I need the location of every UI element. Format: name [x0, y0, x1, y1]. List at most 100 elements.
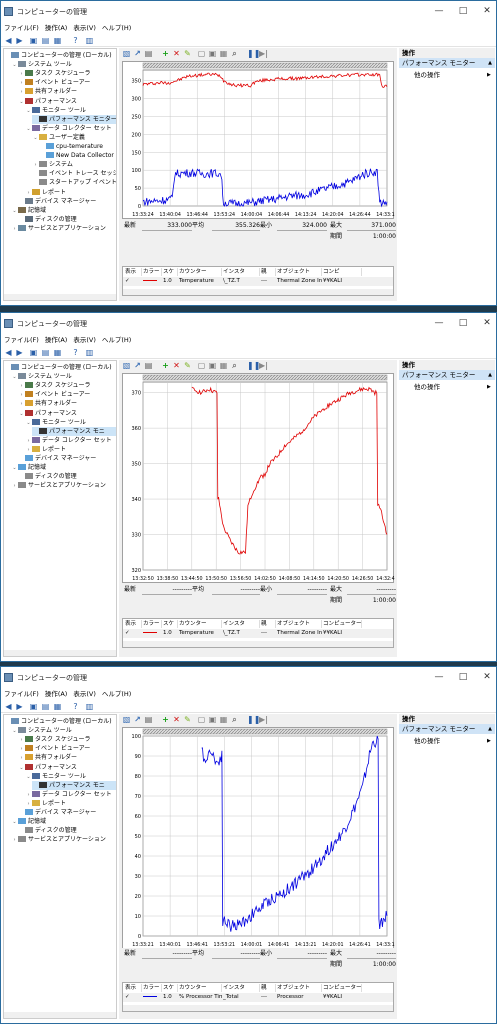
tree-item[interactable]: ⌄ モニター ツール — [25, 106, 116, 115]
tree-item[interactable]: ⌄ システム ツール — [11, 726, 116, 735]
tree-item[interactable]: コンピューターの管理 (ローカル) — [4, 51, 116, 60]
tree-item[interactable]: › 共有フォルダー — [18, 87, 116, 96]
table-header-0[interactable]: 表示 — [125, 984, 142, 992]
tree-item[interactable]: › システム — [32, 160, 116, 169]
pause-icon[interactable]: ❚❚ — [247, 361, 260, 370]
graph-type-icon[interactable]: ▤ — [144, 361, 153, 370]
delete-counter-icon[interactable]: ✕ — [172, 715, 181, 724]
tree-item[interactable]: › タスク スケジューラ — [18, 381, 116, 390]
menu-item-0[interactable]: ファイル(F) — [1, 23, 42, 34]
expand-chevron-icon[interactable]: ⌄ — [11, 207, 18, 216]
change-graph-icon[interactable]: ▧ — [122, 361, 131, 370]
more-actions-link[interactable]: 他の操作 ▶ — [414, 70, 491, 80]
table-header-7[interactable]: コンピ — [323, 268, 362, 276]
tree-item[interactable]: ⌄ システム ツール — [11, 60, 116, 69]
expand-chevron-icon[interactable]: ⌄ — [18, 764, 25, 773]
tree-item[interactable]: ディスクの管理 — [18, 826, 116, 835]
maximize-button[interactable]: □ — [453, 4, 473, 18]
menu-item-1[interactable]: 操作(A) — [42, 689, 71, 700]
update-icon[interactable]: ▶| — [259, 49, 268, 58]
menu-item-3[interactable]: ヘルプ(H) — [99, 23, 134, 34]
paste-icon[interactable]: ▣ — [208, 715, 217, 724]
tree-item[interactable]: ⌄ モニター ツール — [25, 418, 116, 427]
update-icon[interactable]: ▶| — [259, 361, 268, 370]
collapse-up-icon[interactable]: ▲ — [488, 58, 492, 68]
show-hide-tree-icon[interactable]: ▤ — [41, 348, 50, 357]
tree-item[interactable]: › レポート — [25, 188, 116, 197]
table-header-4[interactable]: インスタ — [223, 984, 260, 992]
copy-icon[interactable]: ▢ — [197, 361, 206, 370]
table-header-0[interactable]: 表示 — [125, 620, 142, 628]
tree-item[interactable]: › タスク スケジューラ — [18, 69, 116, 78]
tree-item[interactable]: › イベント ビューアー — [18, 390, 116, 399]
change-graph-icon[interactable]: ▧ — [122, 715, 131, 724]
tree-item[interactable]: ⌄ パフォーマンス — [18, 97, 116, 106]
more-actions-link[interactable]: 他の操作 ▶ — [414, 736, 491, 746]
close-button[interactable]: ✕ — [477, 670, 496, 684]
tree-item[interactable]: パフォーマンス モニ — [32, 426, 116, 436]
back-arrow-icon[interactable]: ◀ — [4, 702, 13, 711]
table-header-1[interactable]: カラー — [143, 268, 162, 276]
menu-item-3[interactable]: ヘルプ(H) — [99, 335, 134, 346]
tree-item[interactable]: › データ コレクター セット — [25, 790, 116, 799]
tree-item[interactable]: ⌄ パフォーマンス — [18, 409, 116, 418]
menu-item-2[interactable]: 表示(V) — [70, 689, 99, 700]
more-actions-link[interactable]: 他の操作 ▶ — [414, 382, 491, 392]
table-cell-0[interactable]: ✓ — [125, 993, 142, 1001]
table-header-3[interactable]: カウンター — [179, 620, 222, 628]
add-counter-icon[interactable]: + — [161, 49, 170, 58]
folder-up-icon[interactable]: ▣ — [29, 702, 38, 711]
tree-item[interactable]: デバイス マネージャー — [18, 197, 116, 206]
table-horizontal-scrollbar[interactable] — [123, 641, 393, 647]
table-cell-0[interactable]: ✓ — [125, 277, 142, 285]
graph-type-icon[interactable]: ▤ — [144, 49, 153, 58]
freeze-icon[interactable]: ↗ — [133, 361, 142, 370]
table-header-5[interactable]: 親 — [261, 984, 276, 992]
properties-icon[interactable]: ▦ — [53, 348, 62, 357]
add-counter-icon[interactable]: + — [161, 361, 170, 370]
change-graph-icon[interactable]: ▧ — [122, 49, 131, 58]
collapse-up-icon[interactable]: ▲ — [488, 724, 492, 734]
tree-item[interactable]: デバイス マネージャー — [18, 808, 116, 817]
table-header-6[interactable]: オブジェクト — [277, 268, 322, 276]
menu-item-1[interactable]: 操作(A) — [42, 23, 71, 34]
minimize-button[interactable]: — — [429, 316, 449, 330]
expand-chevron-icon[interactable]: ⌄ — [25, 773, 32, 782]
paste-icon[interactable]: ▣ — [208, 361, 217, 370]
table-header-1[interactable]: カラー — [143, 620, 162, 628]
tree-item[interactable]: › 共有フォルダー — [18, 399, 116, 408]
tree-item[interactable]: ⌄ モニター ツール — [25, 772, 116, 781]
forward-arrow-icon[interactable]: ▶ — [15, 348, 24, 357]
tree-item[interactable]: スタートアップ イベント トレース — [32, 178, 116, 187]
tree-item[interactable]: ⌄ システム ツール — [11, 372, 116, 381]
folder-up-icon[interactable]: ▣ — [29, 348, 38, 357]
expand-chevron-icon[interactable]: › — [11, 482, 18, 491]
help-icon[interactable]: ? — [71, 348, 80, 357]
tree-item[interactable]: › レポート — [25, 445, 116, 454]
table-header-3[interactable]: カウンター — [179, 268, 222, 276]
tree-item[interactable]: › サービスとアプリケーション — [11, 481, 116, 490]
tree-item[interactable]: パフォーマンス モニ — [32, 780, 116, 790]
highlight-icon[interactable]: ✎ — [183, 49, 192, 58]
tree-item[interactable]: ⌄ 記憶域 — [11, 463, 116, 472]
actions-section-performance-monitor[interactable]: パフォーマンス モニター ▲ — [399, 724, 495, 734]
graph-type-icon[interactable]: ▤ — [144, 715, 153, 724]
menu-item-0[interactable]: ファイル(F) — [1, 689, 42, 700]
expand-chevron-icon[interactable]: ⌄ — [32, 134, 39, 143]
view-icon[interactable]: ▥ — [85, 348, 94, 357]
tree-item[interactable]: › サービスとアプリケーション — [11, 224, 116, 233]
properties-icon[interactable]: ▦ — [53, 36, 62, 45]
add-counter-icon[interactable]: + — [161, 715, 170, 724]
expand-chevron-icon[interactable]: ⌄ — [11, 61, 18, 70]
tree-item[interactable]: ⌄ 記憶域 — [11, 817, 116, 826]
copy-icon[interactable]: ▢ — [197, 715, 206, 724]
pause-icon[interactable]: ❚❚ — [247, 49, 260, 58]
actions-section-performance-monitor[interactable]: パフォーマンス モニター ▲ — [399, 58, 495, 68]
maximize-button[interactable]: □ — [453, 670, 473, 684]
tree-item[interactable]: パフォーマンス モニター — [32, 114, 116, 124]
tree-item[interactable]: ⌄ データ コレクター セット — [25, 124, 116, 133]
tree-item[interactable]: ⌄ パフォーマンス — [18, 763, 116, 772]
tree-item[interactable]: › イベント ビューアー — [18, 78, 116, 87]
table-header-5[interactable]: 親 — [261, 620, 276, 628]
view-icon[interactable]: ▥ — [85, 702, 94, 711]
